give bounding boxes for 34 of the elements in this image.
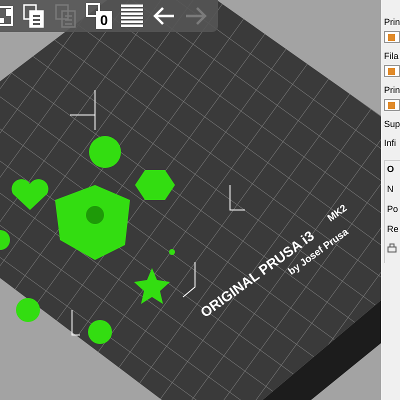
bracket-mark xyxy=(182,262,196,298)
setting-label: Fila xyxy=(384,50,400,62)
preset-icon xyxy=(388,102,395,108)
bracket-mark xyxy=(72,310,80,336)
setting-label: Sup xyxy=(384,118,400,130)
bracket-mark xyxy=(70,90,96,130)
disc-model[interactable] xyxy=(89,136,121,168)
copy-icon[interactable] xyxy=(22,3,46,29)
setting-label: N xyxy=(387,183,394,195)
group-title: O xyxy=(387,163,396,175)
setting-label: Prin xyxy=(384,16,400,28)
bracket-mark xyxy=(230,184,246,210)
preset-combo[interactable] xyxy=(384,65,400,77)
instances-button[interactable]: 0 xyxy=(86,3,112,29)
layout-icon[interactable] xyxy=(0,5,14,27)
setting-label: Prin xyxy=(384,84,400,96)
preset-icon xyxy=(388,34,395,40)
printer-icon[interactable] xyxy=(387,243,397,253)
preset-combo[interactable] xyxy=(384,31,400,43)
hexagon-model[interactable] xyxy=(135,170,175,200)
preset-combo[interactable] xyxy=(384,99,400,111)
cube-model[interactable] xyxy=(55,185,130,260)
bed-model: MK2 xyxy=(326,203,350,224)
disc-model[interactable] xyxy=(0,230,10,250)
disc-model[interactable] xyxy=(88,320,112,344)
heart-model[interactable] xyxy=(12,179,48,210)
setting-label: Infi xyxy=(384,137,398,149)
setting-label: Re xyxy=(387,223,400,235)
setting-label: Po xyxy=(387,203,400,215)
preset-icon xyxy=(388,68,395,74)
disc-model[interactable] xyxy=(16,298,40,322)
star-model[interactable] xyxy=(134,268,170,304)
dot-model[interactable] xyxy=(169,249,175,255)
layers-icon[interactable] xyxy=(120,4,144,28)
